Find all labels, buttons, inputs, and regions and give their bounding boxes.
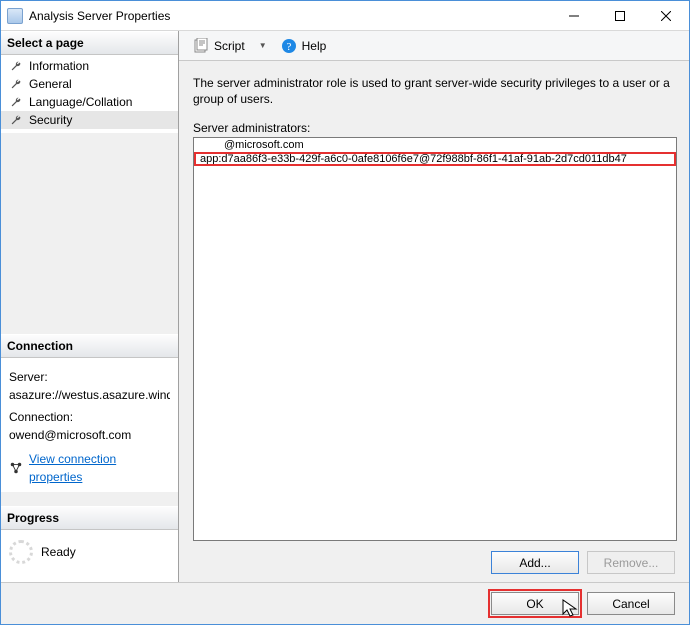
help-icon: ? [281, 38, 297, 54]
toolbar: Script ▼ ? Help [179, 31, 689, 61]
server-admins-label: Server administrators: [193, 121, 677, 135]
wrench-icon [9, 95, 23, 109]
right-pane: Script ▼ ? Help The server administrator… [179, 31, 689, 582]
progress-status: Ready [41, 545, 76, 559]
progress-header: Progress [1, 506, 178, 530]
dialog-footer: OK Cancel [1, 582, 689, 624]
script-icon [193, 38, 209, 54]
progress-block: Ready [1, 530, 178, 582]
minimize-button[interactable] [551, 1, 597, 30]
progress-spinner-icon [9, 540, 33, 564]
list-item[interactable]: @microsoft.com [194, 138, 676, 152]
nav-security[interactable]: Security [1, 111, 178, 129]
script-button[interactable]: Script [189, 36, 249, 56]
maximize-icon [615, 11, 625, 21]
intro-text: The server administrator role is used to… [193, 75, 677, 107]
nav-label: General [29, 77, 72, 91]
app-icon [7, 8, 23, 24]
nav-label: Security [29, 113, 72, 127]
svg-text:?: ? [286, 41, 291, 53]
main-content: The server administrator role is used to… [179, 61, 689, 582]
server-admins-listbox[interactable]: @microsoft.com app:d7aa86f3-e33b-429f-a6… [193, 137, 677, 541]
remove-button: Remove... [587, 551, 675, 574]
minimize-icon [569, 11, 579, 21]
wrench-icon [9, 113, 23, 127]
nav-information[interactable]: Information [1, 57, 178, 75]
add-button[interactable]: Add... [491, 551, 579, 574]
connection-value: owend@microsoft.com [9, 426, 170, 444]
list-item[interactable]: app:d7aa86f3-e33b-429f-a6c0-0afe8106f6e7… [194, 152, 676, 166]
list-buttons: Add... Remove... [193, 541, 677, 574]
window-title: Analysis Server Properties [29, 9, 551, 23]
help-button[interactable]: ? Help [277, 36, 331, 56]
page-nav: Information General Language/Collation S… [1, 55, 178, 133]
server-label: Server: [9, 368, 170, 386]
nav-label: Information [29, 59, 89, 73]
dialog-window: Analysis Server Properties Select a page… [0, 0, 690, 625]
server-value: asazure://westus.asazure.windows [9, 386, 170, 404]
script-label: Script [214, 39, 245, 53]
cancel-button[interactable]: Cancel [587, 592, 675, 615]
maximize-button[interactable] [597, 1, 643, 30]
help-label: Help [302, 39, 327, 53]
close-button[interactable] [643, 1, 689, 30]
select-page-header: Select a page [1, 31, 178, 55]
spacer [1, 492, 178, 506]
nav-label: Language/Collation [29, 95, 132, 109]
left-spacer [1, 133, 178, 334]
connection-info: Server: asazure://westus.asazure.windows… [1, 358, 178, 492]
wrench-icon [9, 77, 23, 91]
dialog-body: Select a page Information General Langua… [1, 31, 689, 582]
wrench-icon [9, 59, 23, 73]
window-controls [551, 1, 689, 30]
nav-general[interactable]: General [1, 75, 178, 93]
script-dropdown[interactable]: ▼ [255, 41, 271, 50]
connection-icon [9, 461, 23, 475]
close-icon [661, 11, 671, 21]
ok-button[interactable]: OK [491, 592, 579, 615]
view-connection-properties-text: View connection properties [29, 450, 170, 486]
view-connection-properties-link[interactable]: View connection properties [9, 450, 170, 486]
connection-label: Connection: [9, 408, 170, 426]
connection-header: Connection [1, 334, 178, 358]
nav-language-collation[interactable]: Language/Collation [1, 93, 178, 111]
title-bar: Analysis Server Properties [1, 1, 689, 31]
left-pane: Select a page Information General Langua… [1, 31, 179, 582]
